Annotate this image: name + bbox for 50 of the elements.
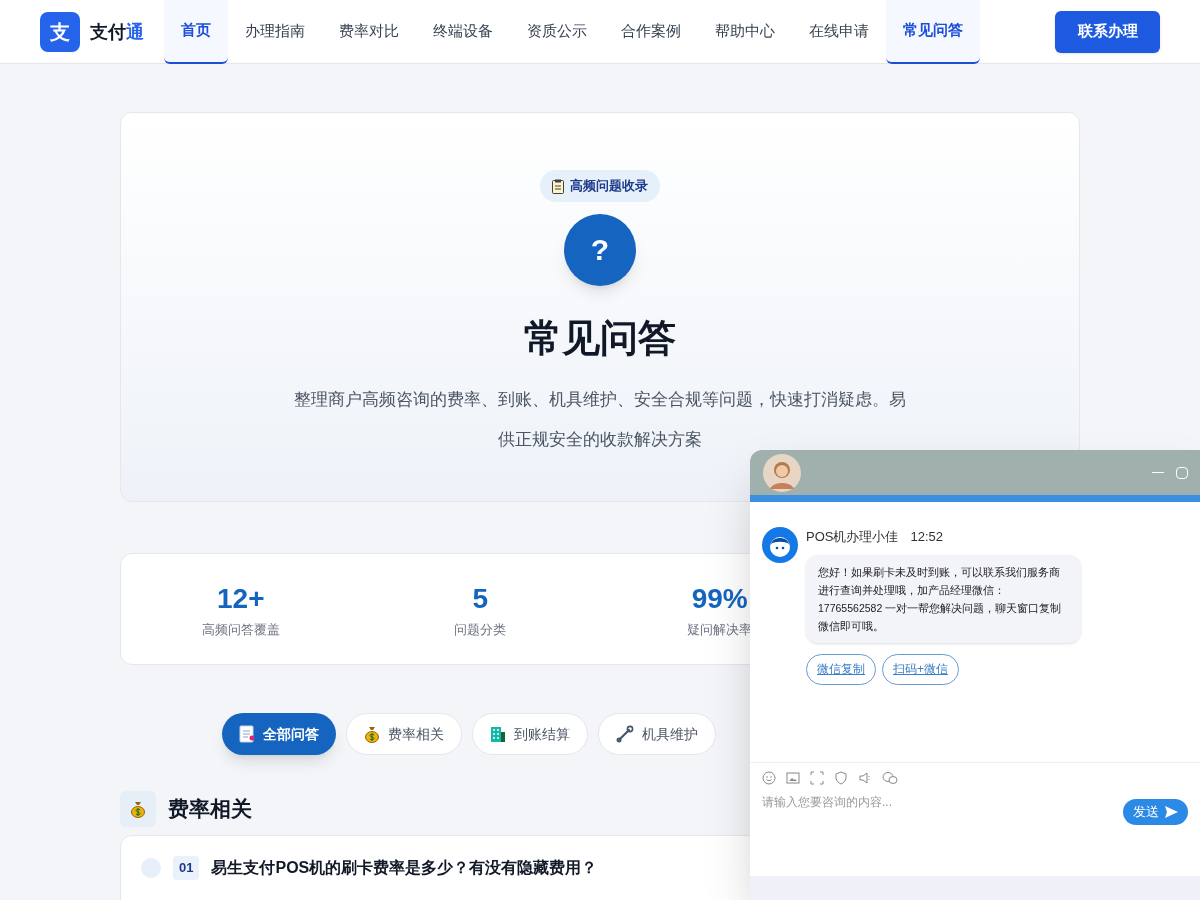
- clipboard-icon: [552, 178, 564, 194]
- nav-tab[interactable]: 首页: [164, 0, 228, 64]
- faq-question[interactable]: 易生支付POS机的刷卡费率是多少？有没有隐藏费用？: [211, 856, 598, 880]
- section-title: 费率相关: [168, 796, 252, 823]
- avatar-icon: [762, 452, 802, 493]
- nav-tab[interactable]: 在线申请: [792, 0, 886, 64]
- send-button[interactable]: 发送: [1123, 799, 1188, 825]
- maximize-icon[interactable]: [1176, 466, 1188, 479]
- wrench-icon: [616, 725, 634, 743]
- image-icon[interactable]: [786, 771, 800, 785]
- nav-tab[interactable]: 终端设备: [416, 0, 510, 64]
- description-line: 供正规安全的收款解决方案: [498, 428, 702, 451]
- chat-bubbles-icon[interactable]: [882, 771, 898, 785]
- screenshot-icon[interactable]: [810, 771, 824, 785]
- agent-avatar-icon: [762, 527, 798, 563]
- filter-chip[interactable]: 全部问答: [222, 713, 336, 755]
- page-title: 常见问答: [524, 316, 676, 361]
- send-icon: [1165, 806, 1178, 818]
- filter-chip[interactable]: 机具维护: [598, 713, 716, 755]
- stat-value: 12+: [217, 582, 265, 617]
- filter-chip[interactable]: 费率相关: [346, 713, 462, 755]
- emoji-icon[interactable]: [762, 771, 776, 785]
- category-badge: 高频问题收录: [540, 170, 660, 202]
- chat-message: 您好！如果刷卡未及时到账，可以联系我们服务商进行查询并处理哦，加产品经理微信：17765562582 一对一帮您解决问题，聊天窗口复制微信即可哦。: [806, 554, 1081, 643]
- filter-chip[interactable]: 到账结算: [472, 713, 588, 755]
- contact-button[interactable]: 联系办理: [1055, 10, 1160, 53]
- nav-tab[interactable]: 常见问答: [886, 0, 980, 64]
- money-bag-icon: [130, 800, 146, 818]
- nav-tab[interactable]: 合作案例: [604, 0, 698, 64]
- stat-value: 99%: [691, 582, 748, 617]
- nav-tab[interactable]: 费率对比: [322, 0, 416, 64]
- logo-mark: 支: [40, 11, 80, 52]
- logo-text: 支付通: [90, 20, 144, 44]
- document-icon: [239, 725, 255, 743]
- building-icon: [490, 725, 506, 743]
- nav-tab[interactable]: 办理指南: [228, 0, 322, 64]
- stat-value: 5: [472, 582, 489, 617]
- nav-tab[interactable]: 帮助中心: [698, 0, 792, 64]
- message-time: 12:52: [910, 528, 943, 546]
- stat-label: 问题分类: [454, 621, 507, 640]
- money-bag-icon: [364, 725, 380, 743]
- nav-tab[interactable]: 资质公示: [510, 0, 604, 64]
- faq-number: 01: [173, 856, 200, 880]
- shield-icon[interactable]: [834, 771, 848, 785]
- speaker-icon[interactable]: [858, 771, 872, 785]
- sender-name: POS机办理小佳: [806, 528, 899, 546]
- stat-label: 高频问答覆盖: [201, 621, 280, 640]
- message-input[interactable]: 请输入您要咨询的内容...: [762, 793, 1123, 811]
- description-line: 整理商户高频咨询的费率、到账、机具维护、安全合规等问题，快速打消疑虑。易: [294, 389, 906, 411]
- question-icon: ?: [564, 214, 636, 286]
